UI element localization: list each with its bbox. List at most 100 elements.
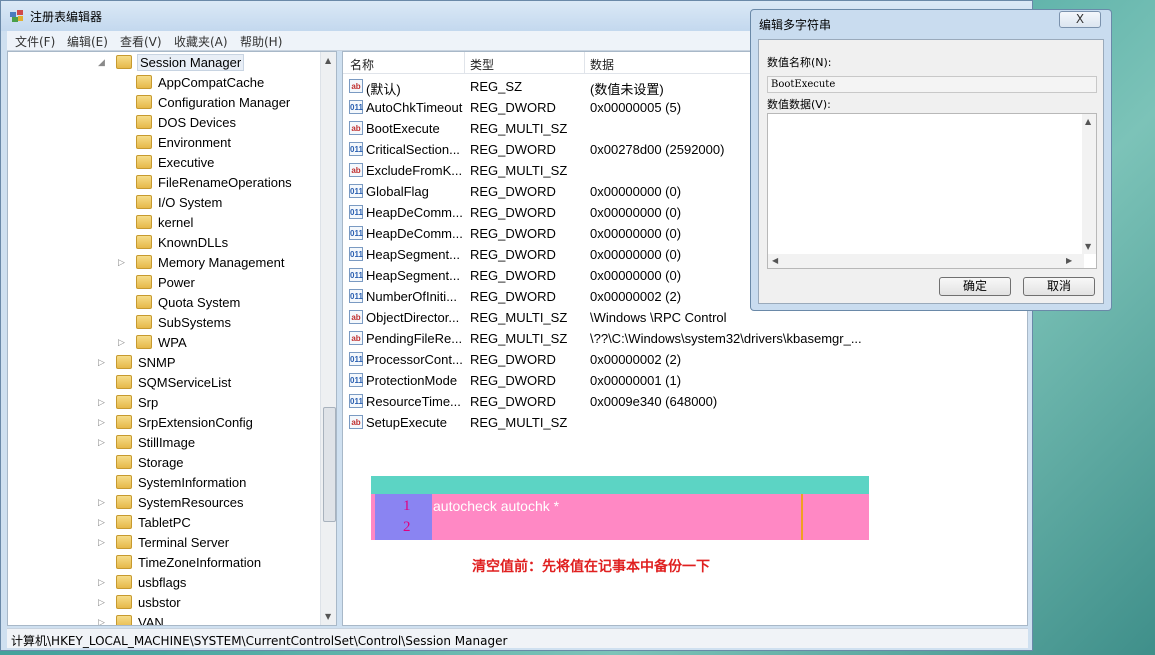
column-name[interactable]: 名称 [350, 56, 374, 73]
annotation-divider [801, 494, 803, 540]
tree-item[interactable]: DOS Devices [8, 113, 318, 133]
scroll-right-icon[interactable]: ▶ [1066, 256, 1072, 265]
tree-scrollbar[interactable]: ▲ ▼ [320, 52, 336, 625]
tree-item[interactable]: I/O System [8, 193, 318, 213]
collapse-icon[interactable]: ◢ [98, 57, 108, 67]
tree-item[interactable]: FileRenameOperations [8, 173, 318, 193]
tree-item[interactable]: ◢ Session Manager [8, 53, 318, 73]
value-name-field[interactable]: BootExecute [767, 76, 1097, 93]
tree-item[interactable]: ▷ Terminal Server [8, 533, 318, 553]
expand-icon[interactable]: ▷ [98, 497, 108, 507]
string-value-icon: ab [349, 415, 363, 429]
annotation-content: 1 2 autocheck autochk * [371, 494, 869, 540]
data-horizontal-scrollbar[interactable]: ◀ ▶ [768, 254, 1084, 268]
value-type: REG_MULTI_SZ [470, 310, 568, 325]
tree-item[interactable]: ▷ SrpExtensionConfig [8, 413, 318, 433]
expand-icon[interactable]: ▷ [98, 397, 108, 407]
tree-item[interactable]: ▷ TabletPC [8, 513, 318, 533]
scroll-down-icon[interactable]: ▼ [325, 612, 331, 621]
expand-icon[interactable]: ▷ [118, 337, 128, 347]
folder-icon [116, 615, 132, 625]
dialog-body: 数值名称(N): BootExecute 数值数据(V): ▲ ▼ ◀ ▶ 确定… [758, 39, 1104, 304]
value-name: ExcludeFromK... [366, 163, 463, 178]
value-name: ObjectDirector... [366, 310, 460, 325]
tree-item[interactable]: ▷ StillImage [8, 433, 318, 453]
tree-item[interactable]: Environment [8, 133, 318, 153]
tree-item-label: DOS Devices [158, 115, 237, 130]
tree-item[interactable]: TimeZoneInformation [8, 553, 318, 573]
tree-item[interactable]: ▷ Srp [8, 393, 318, 413]
scroll-left-icon[interactable]: ◀ [772, 256, 778, 265]
value-data-textarea[interactable]: ▲ ▼ ◀ ▶ [767, 113, 1097, 269]
tree-item[interactable]: ▷ WPA [8, 333, 318, 353]
value-name: HeapSegment... [366, 247, 460, 262]
expand-icon[interactable]: ▷ [98, 437, 108, 447]
scroll-up-icon[interactable]: ▲ [325, 56, 331, 65]
value-row[interactable]: 011 ProcessorCont... REG_DWORD 0x00000002 (… [343, 350, 1027, 371]
tree-item[interactable]: Configuration Manager [8, 93, 318, 113]
expand-icon[interactable]: ▷ [98, 537, 108, 547]
tree-item[interactable]: ▷ VAN [8, 613, 318, 625]
column-type[interactable]: 类型 [470, 56, 494, 73]
tree-item[interactable]: Quota System [8, 293, 318, 313]
value-row[interactable]: ab SetupExecute REG_MULTI_SZ [343, 413, 1027, 434]
value-type: REG_DWORD [470, 142, 556, 157]
value-row[interactable]: ab PendingFileRe... REG_MULTI_SZ \??\C:\Win… [343, 329, 1027, 350]
expand-icon[interactable]: ▷ [98, 577, 108, 587]
tree-item[interactable]: ▷ SystemResources [8, 493, 318, 513]
tree-item[interactable]: SQMServiceList [8, 373, 318, 393]
column-data[interactable]: 数据 [590, 56, 614, 73]
value-row[interactable]: 011 ResourceTime... REG_DWORD 0x0009e340 (6… [343, 392, 1027, 413]
menu-favorites[interactable]: 收藏夹(A) [174, 33, 228, 50]
data-vertical-scrollbar[interactable]: ▲ ▼ [1082, 114, 1096, 254]
tree-item[interactable]: KnownDLLs [8, 233, 318, 253]
tree-item[interactable]: SubSystems [8, 313, 318, 333]
menu-help[interactable]: 帮助(H) [240, 33, 282, 50]
expand-icon[interactable]: ▷ [98, 597, 108, 607]
expand-icon[interactable]: ▷ [98, 517, 108, 527]
value-data: 0x00000002 (2) [590, 352, 682, 367]
tree-item[interactable]: Executive [8, 153, 318, 173]
tree-item[interactable]: ▷ usbflags [8, 573, 318, 593]
expand-icon[interactable]: ▷ [98, 357, 108, 367]
scroll-up-icon[interactable]: ▲ [1085, 117, 1091, 126]
value-data-label: 数值数据(V): [767, 98, 831, 111]
value-row[interactable]: 011 ProtectionMode REG_DWORD 0x00000001 (1) [343, 371, 1027, 392]
binary-value-icon: 011 [349, 373, 363, 387]
tree-item-label: Configuration Manager [158, 95, 291, 110]
value-name: (默认) [366, 82, 401, 97]
tree-item[interactable]: Storage [8, 453, 318, 473]
value-type: REG_DWORD [470, 205, 556, 220]
binary-value-icon: 011 [349, 247, 363, 261]
window-title: 注册表编辑器 [30, 10, 103, 24]
tree-item[interactable]: kernel [8, 213, 318, 233]
value-data: 0x00000000 (0) [590, 184, 682, 199]
expand-icon[interactable]: ▷ [98, 417, 108, 427]
scroll-down-icon[interactable]: ▼ [1085, 242, 1091, 251]
menu-view[interactable]: 查看(V) [120, 33, 162, 50]
expand-icon[interactable]: ▷ [98, 617, 108, 625]
tree-item[interactable]: Power [8, 273, 318, 293]
value-type: REG_MULTI_SZ [470, 121, 568, 136]
scroll-thumb[interactable] [323, 407, 336, 522]
ok-button[interactable]: 确定 [939, 277, 1011, 296]
expand-icon[interactable]: ▷ [118, 257, 128, 267]
registry-tree[interactable]: ▷ VAN ▷ usbstor ▷ usbflags TimeZoneInformation… [7, 51, 337, 626]
menu-edit[interactable]: 编辑(E) [67, 33, 108, 50]
tree-item[interactable]: ▷ Memory Management [8, 253, 318, 273]
value-row[interactable]: ab ObjectDirector... REG_MULTI_SZ \Windows … [343, 308, 1027, 329]
tree-item-label: Storage [138, 455, 184, 470]
tree-item[interactable]: SystemInformation [8, 473, 318, 493]
close-button[interactable]: X [1059, 11, 1101, 28]
tree-item-label: SubSystems [158, 315, 231, 330]
status-bar: 计算机\HKEY_LOCAL_MACHINE\SYSTEM\CurrentCon… [7, 628, 1028, 648]
tree-item[interactable]: ▷ usbstor [8, 593, 318, 613]
tree-item-label: usbflags [138, 575, 187, 590]
tree-item-label: kernel [158, 215, 194, 230]
cancel-button[interactable]: 取消 [1023, 277, 1095, 296]
tree-item[interactable]: ▷ SNMP [8, 353, 318, 373]
menu-file[interactable]: 文件(F) [15, 33, 55, 50]
value-data: 0x00000000 (0) [590, 268, 682, 283]
tree-item[interactable]: AppCompatCache [8, 73, 318, 93]
tree-item-label: usbstor [138, 595, 181, 610]
